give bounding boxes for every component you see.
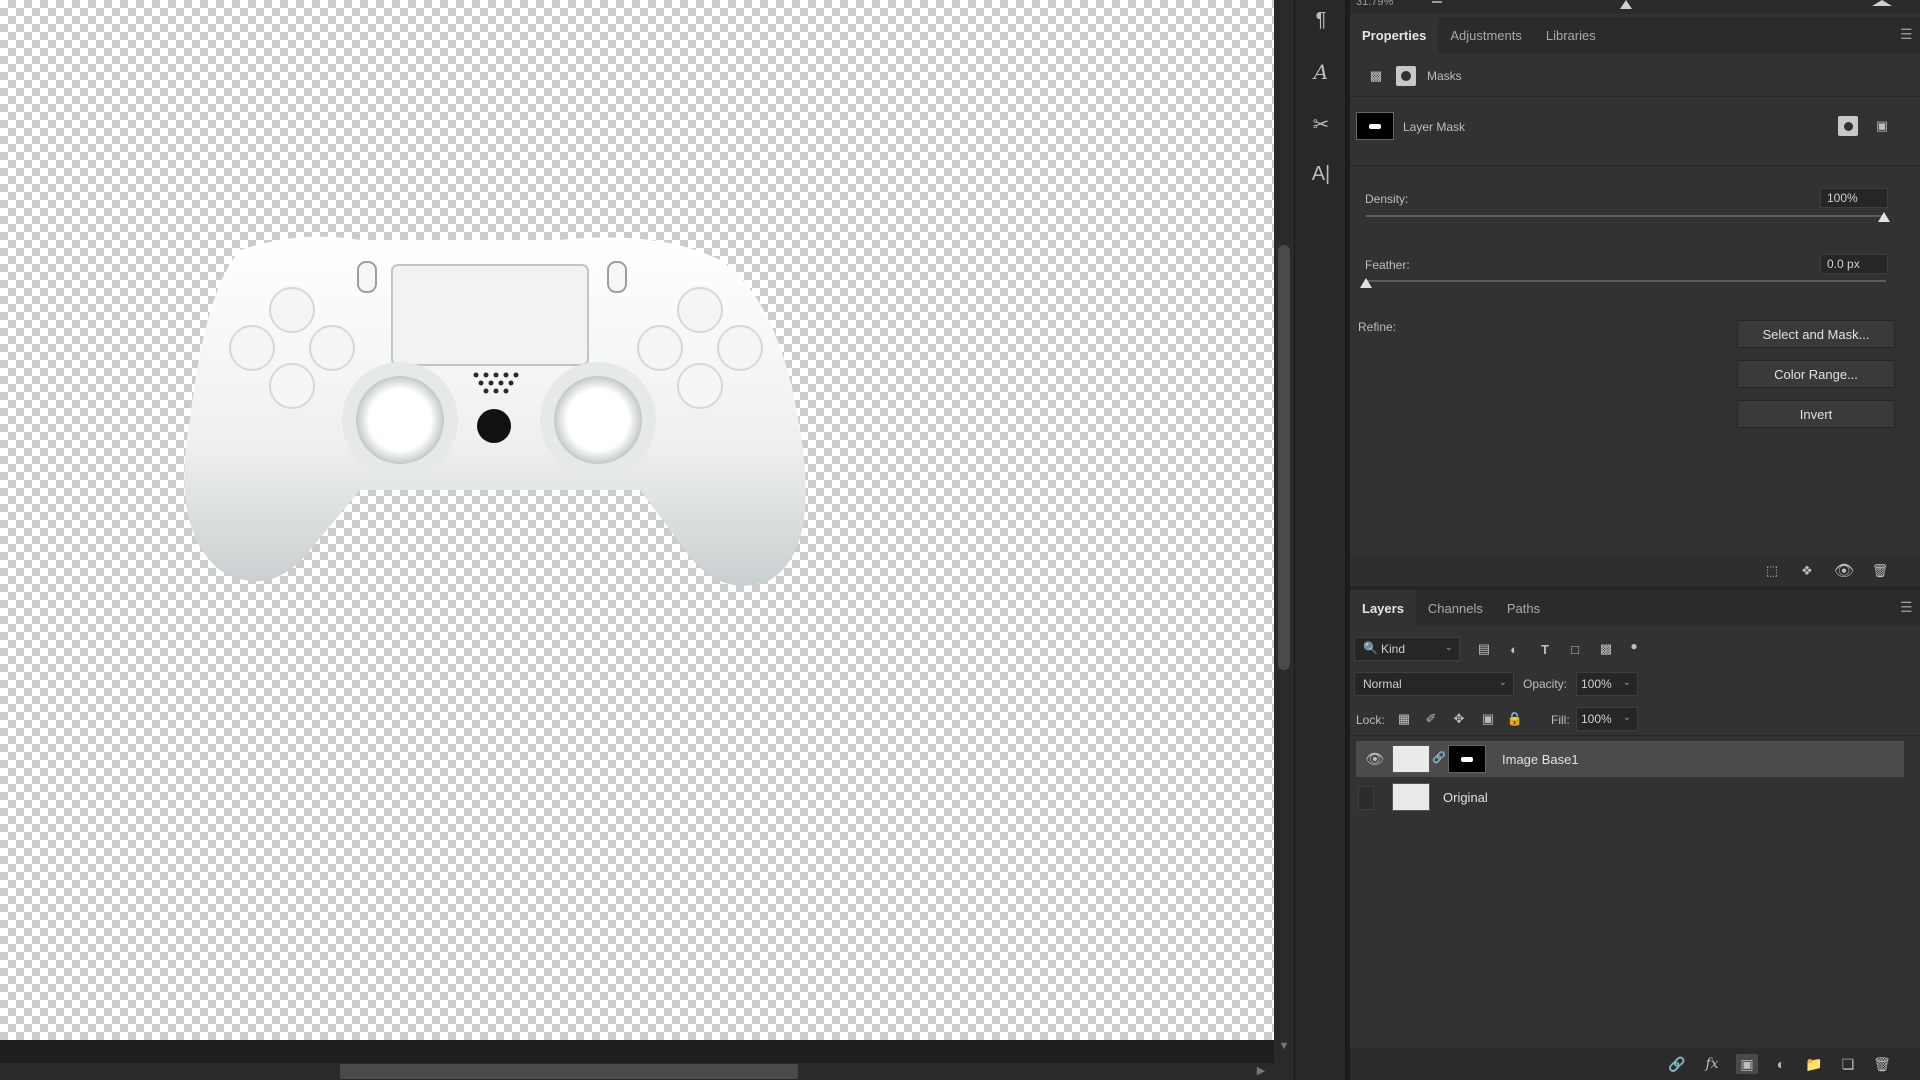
folder-icon[interactable]: 📁	[1803, 1054, 1825, 1074]
document-canvas[interactable]	[0, 0, 1274, 1040]
filter-shape-icon[interactable]: □	[1565, 639, 1585, 659]
feather-slider-track[interactable]	[1366, 280, 1886, 282]
photoshop-window: ▶ ▼ ¶ A ✂ A| 31.79% Properties Adjustmen…	[0, 0, 1920, 1080]
masks-title: Masks	[1427, 69, 1462, 83]
horizontal-scroll-thumb[interactable]	[340, 1064, 798, 1079]
panel-icon-strip: ¶ A ✂ A|	[1294, 0, 1346, 1080]
layer-thumbnail	[1392, 783, 1430, 811]
tab-paths[interactable]: Paths	[1495, 590, 1552, 626]
section-divider	[1350, 96, 1920, 97]
blend-mode-dropdown[interactable]: Normal ⌄	[1354, 672, 1514, 696]
layer-row-image-base1[interactable]: 👁 🔗 Image Base1	[1356, 741, 1904, 777]
layer-thumbnail	[1392, 745, 1430, 773]
chevron-down-icon: ⌄	[1498, 677, 1507, 688]
layer-mask-label: Layer Mask	[1403, 120, 1466, 134]
layer-mask-thumbnail[interactable]	[1448, 745, 1486, 773]
tool-presets-icon[interactable]: ✂	[1305, 108, 1337, 140]
layer-name[interactable]: Image Base1	[1502, 752, 1579, 767]
lock-artboard-icon[interactable]: ▣	[1478, 709, 1498, 729]
visibility-toggle[interactable]	[1358, 786, 1374, 810]
layers-footer	[1350, 1048, 1920, 1080]
new-layer-icon[interactable]: ❏	[1837, 1054, 1859, 1074]
density-input[interactable]: 100%	[1820, 188, 1888, 208]
opacity-input[interactable]: 100% ⌄	[1576, 672, 1638, 696]
scroll-right-icon[interactable]: ▶	[1254, 1064, 1268, 1078]
filter-kind-label: Kind	[1381, 642, 1406, 656]
select-and-mask-button[interactable]: Select and Mask...	[1737, 320, 1895, 348]
pixel-mask-type-icon[interactable]: ▩	[1366, 66, 1386, 86]
filter-pixel-icon[interactable]: ▤	[1474, 639, 1494, 659]
filter-kind-dropdown[interactable]: 🔍 Kind ⌄	[1354, 637, 1460, 661]
fx-icon[interactable]: fx	[1701, 1054, 1723, 1074]
opacity-label: Opacity:	[1523, 677, 1568, 691]
zoom-out-icon[interactable]	[1432, 1, 1442, 3]
layers-menu-icon[interactable]: ☰	[1900, 599, 1913, 616]
properties-tabs: Properties Adjustments Libraries	[1350, 17, 1608, 53]
color-range-button[interactable]: Color Range...	[1737, 360, 1895, 388]
layer-mask-thumbnail[interactable]	[1356, 112, 1394, 140]
density-slider-track[interactable]	[1366, 215, 1886, 217]
filter-toggle-icon[interactable]: ●	[1624, 636, 1644, 656]
trash-icon[interactable]: 🗑	[1870, 561, 1890, 581]
layer-name[interactable]: Original	[1443, 790, 1488, 805]
scroll-down-icon[interactable]: ▼	[1276, 1040, 1292, 1056]
filter-smart-object-icon[interactable]: ▩	[1596, 639, 1616, 659]
search-icon: 🔍	[1363, 641, 1378, 655]
chevron-down-icon: ⌄	[1622, 712, 1631, 723]
zoom-readout: 31.79%	[1356, 0, 1394, 8]
fill-label: Fill:	[1551, 713, 1570, 727]
lock-image-icon[interactable]: ✐	[1421, 709, 1441, 729]
glyphs-icon[interactable]: A|	[1305, 158, 1337, 190]
select-pixel-mask-icon[interactable]	[1838, 116, 1858, 136]
link-icon[interactable]: 🔗	[1432, 751, 1446, 764]
opacity-value: 100%	[1581, 677, 1612, 691]
layer-row-original[interactable]: Original	[1356, 780, 1904, 816]
adjustment-layer-icon[interactable]: ◐	[1770, 1054, 1792, 1074]
lock-label: Lock:	[1356, 713, 1385, 727]
filter-adjustment-icon[interactable]: ◐	[1504, 639, 1524, 659]
paragraph-icon[interactable]: ¶	[1305, 4, 1337, 36]
add-mask-icon[interactable]: ▣	[1736, 1054, 1758, 1074]
tab-properties[interactable]: Properties	[1350, 17, 1439, 53]
eye-icon[interactable]: 👁	[1365, 749, 1385, 769]
refine-label: Refine:	[1358, 320, 1397, 334]
tab-layers[interactable]: Layers	[1350, 590, 1416, 626]
add-vector-mask-icon[interactable]: ▣	[1872, 116, 1892, 136]
eye-icon[interactable]: 👁	[1834, 561, 1854, 581]
fill-input[interactable]: 100% ⌄	[1576, 707, 1638, 731]
feather-input[interactable]: 0.0 px	[1820, 254, 1888, 274]
layers-tabs: Layers Channels Paths	[1350, 590, 1552, 626]
feather-label: Feather:	[1365, 258, 1410, 272]
character-style-icon[interactable]: A	[1305, 56, 1337, 88]
zoom-slider-thumb[interactable]	[1620, 0, 1632, 9]
apply-mask-icon[interactable]: ❖	[1797, 561, 1817, 581]
lock-transparent-icon[interactable]: ▦	[1394, 709, 1414, 729]
chevron-down-icon: ⌄	[1444, 642, 1453, 653]
feather-slider-thumb[interactable]	[1360, 278, 1372, 288]
lock-all-icon[interactable]: 🔒	[1505, 709, 1525, 729]
load-selection-icon[interactable]: ⬚	[1762, 561, 1782, 581]
link-layers-icon[interactable]: 🔗	[1666, 1054, 1688, 1074]
density-label: Density:	[1365, 192, 1409, 206]
tab-adjustments[interactable]: Adjustments	[1438, 17, 1534, 53]
chevron-down-icon: ⌄	[1622, 677, 1631, 688]
panel-menu-icon[interactable]: ☰	[1900, 26, 1913, 43]
layer-mask-icon[interactable]	[1396, 66, 1416, 86]
section-divider-2	[1350, 165, 1920, 166]
properties-panel	[1350, 14, 1920, 586]
density-slider-thumb[interactable]	[1878, 212, 1890, 222]
controller-image	[184, 236, 806, 586]
tab-channels[interactable]: Channels	[1416, 590, 1495, 626]
invert-button[interactable]: Invert	[1737, 400, 1895, 428]
filter-type-icon[interactable]: T	[1535, 639, 1555, 659]
lock-position-icon[interactable]: ✥	[1449, 709, 1469, 729]
zoom-in-icon[interactable]	[1872, 0, 1892, 6]
trash-icon[interactable]: 🗑	[1871, 1054, 1893, 1074]
vertical-scroll-thumb[interactable]	[1278, 245, 1290, 670]
tab-libraries[interactable]: Libraries	[1534, 17, 1608, 53]
layers-divider	[1350, 735, 1920, 736]
blend-mode-value: Normal	[1363, 677, 1402, 691]
fill-value: 100%	[1581, 712, 1612, 726]
